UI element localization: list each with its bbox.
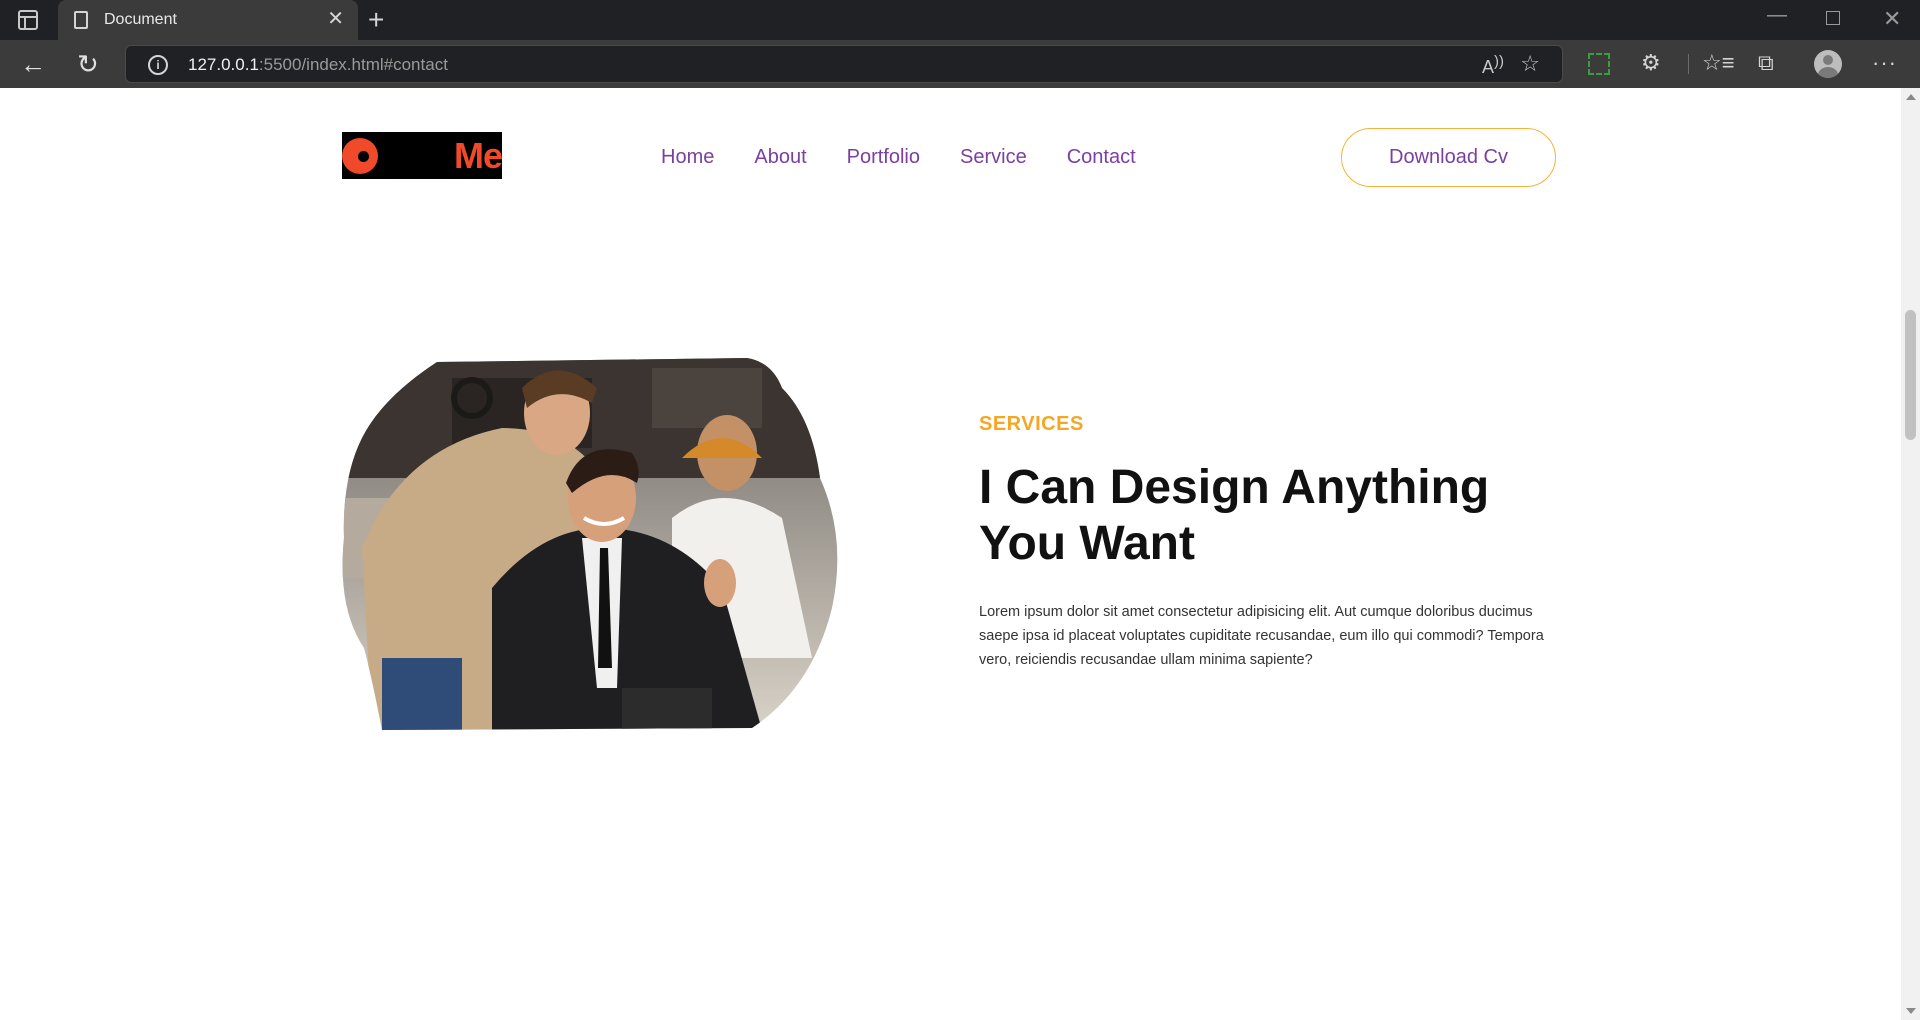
profile-icon[interactable] bbox=[1814, 50, 1842, 78]
document-icon bbox=[74, 11, 88, 29]
page-content: Me Home About Portfolio Service Contact … bbox=[0, 88, 1901, 1020]
scroll-up-icon[interactable] bbox=[1906, 94, 1916, 100]
scroll-thumb[interactable] bbox=[1905, 310, 1916, 440]
section-eyebrow: SERVICES bbox=[979, 413, 1084, 435]
download-cv-button[interactable]: Download Cv bbox=[1341, 128, 1556, 187]
section-headline: I Can Design Anything You Want bbox=[979, 461, 1490, 570]
site-logo[interactable]: Me bbox=[342, 132, 502, 179]
close-tab-icon[interactable]: ✕ bbox=[327, 8, 344, 30]
scroll-down-icon[interactable] bbox=[1906, 1008, 1916, 1014]
browser-titlebar: Document ✕ + — ✕ bbox=[0, 0, 1920, 40]
close-window-icon[interactable]: ✕ bbox=[1883, 6, 1901, 32]
browser-toolbar: ← ↻ i 127.0.0.1:5500/index.html#contact … bbox=[0, 40, 1920, 88]
minimize-icon[interactable]: — bbox=[1767, 4, 1787, 27]
toolbar-divider bbox=[1688, 54, 1689, 74]
nav-portfolio[interactable]: Portfolio bbox=[847, 146, 920, 169]
add-favorite-icon[interactable]: ☆ bbox=[1520, 51, 1540, 77]
collections-icon[interactable]: ⧉ bbox=[1758, 50, 1774, 76]
nav-contact[interactable]: Contact bbox=[1067, 146, 1136, 169]
section-body: Lorem ipsum dolor sit amet consectetur a… bbox=[979, 604, 1544, 668]
screenshot-icon[interactable] bbox=[1588, 53, 1610, 75]
info-icon[interactable]: i bbox=[148, 55, 168, 75]
url-text[interactable]: 127.0.0.1:5500/index.html#contact bbox=[188, 55, 448, 75]
new-tab-icon[interactable]: + bbox=[368, 5, 384, 35]
back-arrow-icon[interactable]: ← bbox=[20, 49, 46, 79]
browser-tab[interactable]: Document ✕ bbox=[58, 0, 358, 40]
logo-mark bbox=[342, 138, 378, 174]
nav-service[interactable]: Service bbox=[960, 146, 1027, 169]
read-aloud-icon[interactable]: A)) bbox=[1482, 53, 1504, 78]
reload-icon[interactable]: ↻ bbox=[77, 49, 99, 79]
tab-title: Document bbox=[104, 11, 177, 28]
extensions-icon[interactable]: ⚙ bbox=[1641, 50, 1661, 76]
page-scrollbar[interactable] bbox=[1901, 88, 1920, 1020]
more-icon[interactable]: ··· bbox=[1872, 50, 1897, 76]
main-nav: Home About Portfolio Service Contact bbox=[661, 146, 1136, 169]
services-photo bbox=[342, 358, 842, 730]
tab-actions-icon[interactable] bbox=[18, 10, 38, 30]
favorites-icon[interactable]: ☆≡ bbox=[1702, 50, 1735, 76]
nav-home[interactable]: Home bbox=[661, 146, 714, 169]
nav-about[interactable]: About bbox=[754, 146, 806, 169]
address-bar[interactable]: i 127.0.0.1:5500/index.html#contact A)) … bbox=[125, 45, 1563, 83]
logo-text: Me bbox=[453, 135, 502, 176]
restore-icon[interactable] bbox=[1826, 11, 1840, 25]
